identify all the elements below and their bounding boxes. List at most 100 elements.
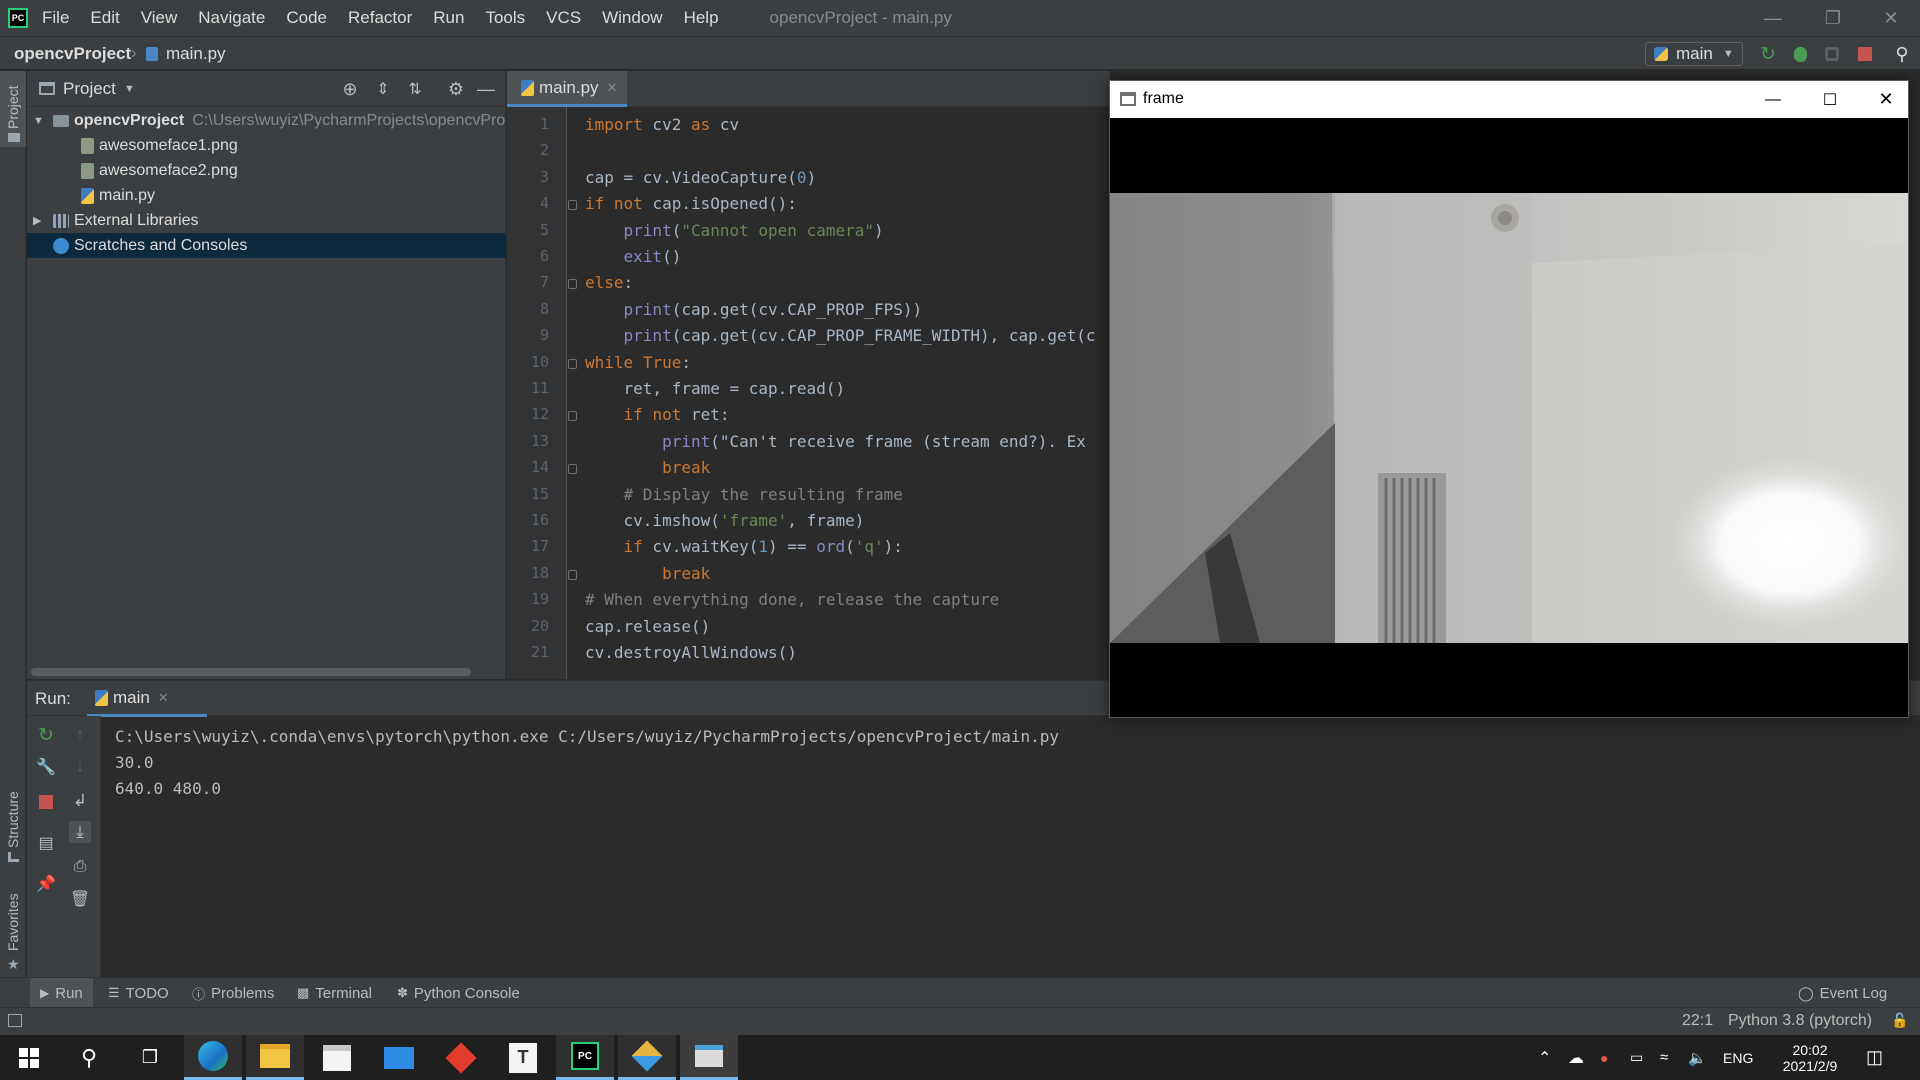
code-line[interactable]: print(cap.get(cv.CAP_PROP_FPS)) <box>585 300 923 319</box>
trash-icon[interactable]: 🗑 <box>69 888 91 910</box>
tree-item-project-root[interactable]: ▼ opencvProject C:\Users\wuyiz\PycharmPr… <box>27 108 506 133</box>
horizontal-scrollbar[interactable] <box>31 668 471 676</box>
code-line[interactable]: print("Cannot open camera") <box>585 221 884 240</box>
code-area[interactable]: import cv2 as cv cap = cv.VideoCapture(0)… <box>507 107 1110 679</box>
file-explorer-icon[interactable] <box>246 1035 304 1080</box>
close-tab-icon[interactable]: ✕ <box>607 80 618 96</box>
wifi-icon[interactable]: ≈ <box>1660 1035 1668 1080</box>
tab-main-py[interactable]: main.py ✕ <box>507 71 627 107</box>
rerun-icon[interactable]: ↻ <box>35 724 57 746</box>
tree-item-awesomeface2[interactable]: awesomeface2.png <box>27 158 506 183</box>
menu-navigate[interactable]: Navigate <box>198 8 265 28</box>
close-icon[interactable]: ✕ <box>1863 81 1909 118</box>
wrench-icon[interactable]: 🔧 <box>35 756 57 778</box>
structure-tool-button[interactable]: Structure <box>0 776 26 866</box>
code-line[interactable]: cv.destroyAllWindows() <box>585 643 797 662</box>
notification-center-icon[interactable]: ◫ <box>1866 1035 1883 1080</box>
search-icon[interactable]: ⚲ <box>60 1035 118 1080</box>
collapse-all-icon[interactable]: ⇅ <box>404 78 426 100</box>
code-line[interactable]: # When everything done, release the capt… <box>585 590 999 609</box>
tray-app-icon[interactable]: ● <box>1600 1035 1608 1080</box>
tool-tab-terminal[interactable]: ▩ Terminal <box>297 978 372 1008</box>
chevron-down-icon[interactable]: ▼ <box>124 83 135 95</box>
debug-icon[interactable] <box>1788 43 1812 65</box>
scroll-to-end-icon[interactable]: ⤓ <box>69 821 91 843</box>
tree-item-main-py[interactable]: main.py <box>27 183 506 208</box>
maximize-icon[interactable]: ☐ <box>1807 81 1853 118</box>
menu-edit[interactable]: Edit <box>90 8 119 28</box>
code-line[interactable]: exit() <box>585 247 682 266</box>
arrow-down-icon[interactable]: ↓ <box>69 756 91 778</box>
menu-vcs[interactable]: VCS <box>546 8 581 28</box>
tool-tab-todo[interactable]: ☰ TODO <box>108 978 169 1008</box>
print-icon[interactable]: ⎙ <box>69 856 91 878</box>
run-configuration-dropdown[interactable]: main ▼ <box>1645 42 1743 66</box>
code-line[interactable]: print(cap.get(cv.CAP_PROP_FRAME_WIDTH), … <box>585 326 1096 345</box>
code-line[interactable]: if cv.waitKey(1) == ord('q'): <box>585 537 903 556</box>
minimize-icon[interactable]: — <box>1750 81 1796 118</box>
pin-icon[interactable]: 📌 <box>35 873 57 895</box>
breadcrumb-file[interactable]: main.py <box>166 44 226 64</box>
settings-gear-icon[interactable]: ⚙ <box>445 78 467 100</box>
tree-item-scratches[interactable]: Scratches and Consoles <box>27 233 506 258</box>
locate-file-icon[interactable]: ⊕ <box>339 78 361 100</box>
code-line[interactable]: if not cap.isOpened(): <box>585 194 797 213</box>
lock-icon[interactable]: 🔓 <box>1891 1012 1908 1029</box>
python-interpreter[interactable]: Python 3.8 (pytorch) <box>1728 1012 1872 1030</box>
typora-icon[interactable]: T <box>494 1035 552 1080</box>
input-language[interactable]: ENG <box>1723 1035 1753 1080</box>
stop-icon[interactable] <box>35 791 57 813</box>
code-line[interactable]: import cv2 as cv <box>585 115 739 134</box>
event-log-button[interactable]: ◯ Event Log <box>1798 978 1887 1008</box>
close-icon[interactable]: ✕ <box>1868 0 1914 36</box>
battery-icon[interactable]: ▭ <box>1630 1035 1643 1080</box>
edge-icon[interactable] <box>184 1035 242 1080</box>
show-hidden-icons-icon[interactable]: ⌃ <box>1538 1035 1551 1080</box>
volume-icon[interactable]: 🔈 <box>1688 1035 1707 1080</box>
breadcrumb-project[interactable]: opencvProject <box>14 44 131 64</box>
search-everywhere-icon[interactable]: ⚲ <box>1890 43 1914 65</box>
code-line[interactable]: ret, frame = cap.read() <box>585 379 846 398</box>
git-icon[interactable] <box>618 1035 676 1080</box>
tool-tab-python-console[interactable]: ✽ Python Console <box>397 978 520 1008</box>
hide-panel-icon[interactable]: — <box>475 78 497 100</box>
run-tab-main[interactable]: main ✕ <box>87 681 207 717</box>
code-line[interactable]: # Display the resulting frame <box>585 485 903 504</box>
toggle-tool-windows-icon[interactable] <box>8 1014 22 1027</box>
start-icon[interactable] <box>0 1035 58 1080</box>
onedrive-icon[interactable]: ☁ <box>1568 1035 1584 1080</box>
mail-icon[interactable] <box>370 1035 428 1080</box>
menu-refactor[interactable]: Refactor <box>348 8 412 28</box>
chevron-right-icon[interactable]: ▶ <box>33 214 45 227</box>
rerun-icon[interactable]: ↻ <box>1756 43 1780 65</box>
arrow-up-icon[interactable]: ↑ <box>69 724 91 746</box>
app-red-icon[interactable] <box>432 1035 490 1080</box>
code-line[interactable]: else: <box>585 273 633 292</box>
menu-window[interactable]: Window <box>602 8 662 28</box>
menu-help[interactable]: Help <box>684 8 719 28</box>
stop-icon[interactable] <box>1853 43 1877 65</box>
minimize-icon[interactable]: — <box>1750 0 1796 36</box>
soft-wrap-icon[interactable]: ↲ <box>69 790 91 812</box>
favorites-tool-button[interactable]: Favorites ★ <box>0 871 26 972</box>
code-line[interactable]: if not ret: <box>585 405 730 424</box>
project-tool-button[interactable]: Project <box>0 71 26 147</box>
tool-tab-problems[interactable]: ⓘ Problems <box>192 978 274 1008</box>
code-line[interactable]: while True: <box>585 353 691 372</box>
tree-item-external-libraries[interactable]: ▶ External Libraries <box>27 208 506 233</box>
close-tab-icon[interactable]: ✕ <box>158 690 169 706</box>
code-line[interactable]: break <box>585 458 710 477</box>
menu-code[interactable]: Code <box>286 8 327 28</box>
frame-window-icon[interactable] <box>680 1035 738 1080</box>
store-icon[interactable] <box>308 1035 366 1080</box>
frame-title-bar[interactable]: frame — ☐ ✕ <box>1110 81 1908 118</box>
menu-view[interactable]: View <box>141 8 178 28</box>
coverage-icon[interactable] <box>1820 43 1844 65</box>
layout-icon[interactable]: ▤ <box>35 832 57 854</box>
restore-icon[interactable]: ❐ <box>1810 0 1856 36</box>
project-view-title[interactable]: Project <box>63 79 116 99</box>
tool-tab-run[interactable]: ▶ Run <box>30 978 93 1008</box>
chevron-down-icon[interactable]: ▼ <box>33 115 45 127</box>
menu-tools[interactable]: Tools <box>485 8 525 28</box>
pycharm-icon[interactable]: PC <box>556 1035 614 1080</box>
